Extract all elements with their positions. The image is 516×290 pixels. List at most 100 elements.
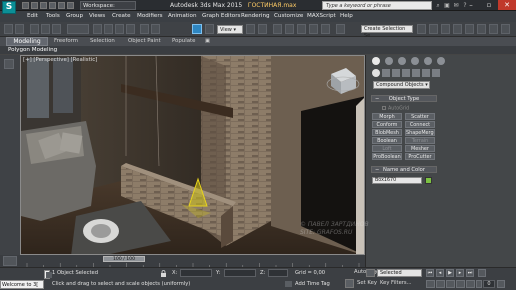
redo-icon[interactable] [58, 2, 65, 9]
time-tag-icon[interactable] [285, 281, 292, 287]
undo-icon[interactable] [49, 2, 56, 9]
zoom-extents-icon[interactable] [446, 280, 455, 288]
time-configuration-button[interactable] [497, 280, 505, 288]
undo-button[interactable] [4, 24, 13, 34]
mirror-button[interactable] [417, 24, 426, 34]
conform-button[interactable]: Conform [372, 121, 402, 128]
align-button[interactable] [429, 24, 438, 34]
object-name-field[interactable]: Box1670 [372, 177, 422, 184]
object-type-rollout-header[interactable]: − Object Type [371, 95, 437, 102]
reference-coordinate-dropdown[interactable]: View ▾ [217, 25, 243, 34]
menu-tools[interactable]: Tools [46, 13, 60, 19]
viewport-label[interactable]: [+] [Perspective] [Realistic] [23, 57, 97, 63]
next-frame-button[interactable]: ▸ [456, 269, 464, 277]
new-file-icon[interactable] [22, 2, 29, 9]
boolean-button[interactable]: Boolean [372, 137, 402, 144]
tab-selection[interactable]: Selection [90, 38, 115, 44]
loft-button[interactable]: Loft [372, 145, 402, 152]
bind-space-warp-button[interactable] [52, 24, 61, 34]
tab-object-paint[interactable]: Object Paint [128, 38, 161, 44]
spinner-snap-button[interactable] [321, 24, 330, 34]
play-button[interactable]: ▶ [446, 269, 454, 277]
current-frame-field[interactable]: 0 [483, 280, 495, 288]
autogrid-checkbox[interactable]: AutoGrid [382, 106, 409, 112]
select-object-button[interactable] [93, 24, 102, 34]
window-crossing-button[interactable] [126, 24, 135, 34]
link-button[interactable] [30, 24, 39, 34]
orbit-icon[interactable] [476, 280, 482, 288]
redo-button[interactable] [15, 24, 24, 34]
go-to-end-button[interactable]: ⏭ [466, 269, 474, 277]
minimize-button[interactable]: – [462, 0, 480, 10]
close-button[interactable]: ✕ [498, 0, 516, 10]
open-file-icon[interactable] [31, 2, 38, 9]
hierarchy-panel-tab[interactable] [398, 57, 406, 65]
y-coordinate-field[interactable] [224, 269, 256, 277]
subscription-icon[interactable]: ▣ [443, 2, 451, 9]
menu-views[interactable]: Views [89, 13, 105, 19]
cameras-category-icon[interactable] [402, 69, 410, 77]
ribbon-options-icon[interactable]: ▣ [205, 38, 210, 44]
selection-filter-dropdown[interactable] [67, 24, 89, 34]
zoom-all-icon[interactable] [436, 280, 445, 288]
schematic-view-button[interactable] [477, 24, 486, 34]
time-slider[interactable]: 100 / 100 [103, 256, 145, 262]
mini-curve-editor-button[interactable] [3, 256, 17, 266]
graphite-toggle-button[interactable] [453, 24, 462, 34]
menu-customize[interactable]: Customize [274, 13, 303, 19]
workspace-dropdown[interactable]: Workspace: Default ▾ [80, 1, 136, 17]
pan-view-icon[interactable] [466, 280, 475, 288]
angle-snap-button[interactable] [297, 24, 306, 34]
percent-snap-button[interactable] [309, 24, 318, 34]
add-time-tag[interactable]: Add Time Tag [295, 281, 330, 287]
tab-freeform[interactable]: Freeform [54, 38, 78, 44]
project-folder-icon[interactable] [67, 2, 74, 9]
scatter-button[interactable]: Scatter [405, 113, 435, 120]
render-setup-button[interactable] [501, 24, 510, 34]
blobmesh-button[interactable]: BlobMesh [372, 129, 402, 136]
zoom-icon[interactable] [426, 280, 435, 288]
create-panel-tab[interactable] [372, 57, 380, 65]
z-coordinate-field[interactable] [268, 269, 288, 277]
systems-category-icon[interactable] [432, 69, 440, 77]
terrain-button[interactable]: Terrain [405, 137, 435, 144]
select-manipulate-button[interactable] [258, 24, 267, 34]
save-file-icon[interactable] [40, 2, 47, 9]
menu-maxscript[interactable]: MAXScript [307, 13, 336, 19]
x-coordinate-field[interactable] [180, 269, 212, 277]
object-category-dropdown[interactable]: Compound Objects ▾ [373, 81, 430, 89]
display-panel-tab[interactable] [424, 57, 432, 65]
proboolean-button[interactable]: ProBoolean [372, 153, 402, 160]
menu-animation[interactable]: Animation [168, 13, 197, 19]
select-rotate-button[interactable] [151, 24, 160, 34]
utilities-panel-tab[interactable] [437, 57, 445, 65]
go-to-start-button[interactable]: ⏮ [426, 269, 434, 277]
layer-manager-button[interactable] [441, 24, 450, 34]
material-editor-button[interactable] [489, 24, 498, 34]
lights-category-icon[interactable] [392, 69, 400, 77]
name-and-color-rollout-header[interactable]: − Name and Color [371, 166, 437, 173]
selection-region-button[interactable] [115, 24, 124, 34]
menu-group[interactable]: Group [66, 13, 83, 19]
shapemerge-button[interactable]: ShapeMerge [405, 129, 435, 136]
menu-rendering[interactable]: Rendering [241, 13, 270, 19]
app-logo-icon[interactable]: S [2, 1, 16, 14]
space-warps-category-icon[interactable] [422, 69, 430, 77]
set-key-label[interactable]: Set Key [357, 280, 377, 286]
menu-create[interactable]: Create [112, 13, 131, 19]
communication-icon[interactable]: ✉ [452, 2, 460, 9]
select-by-name-button[interactable] [104, 24, 113, 34]
edit-named-selection-button[interactable] [336, 24, 345, 34]
snaps-toggle-button[interactable] [285, 24, 294, 34]
previous-frame-button[interactable]: ◂ [436, 269, 444, 277]
select-move-button[interactable] [140, 24, 149, 34]
geometry-category-icon[interactable] [372, 69, 380, 77]
key-filters-button[interactable]: Key Filters... [380, 280, 412, 286]
mesher-button[interactable]: Mesher [405, 145, 435, 152]
menu-help[interactable]: Help [340, 13, 353, 19]
tab-modeling[interactable]: Modeling [6, 37, 48, 46]
shapes-category-icon[interactable] [382, 69, 390, 77]
pivot-center-button[interactable] [246, 24, 255, 34]
set-key-button[interactable] [345, 279, 354, 288]
search-icon[interactable]: ⌕ [434, 2, 442, 9]
